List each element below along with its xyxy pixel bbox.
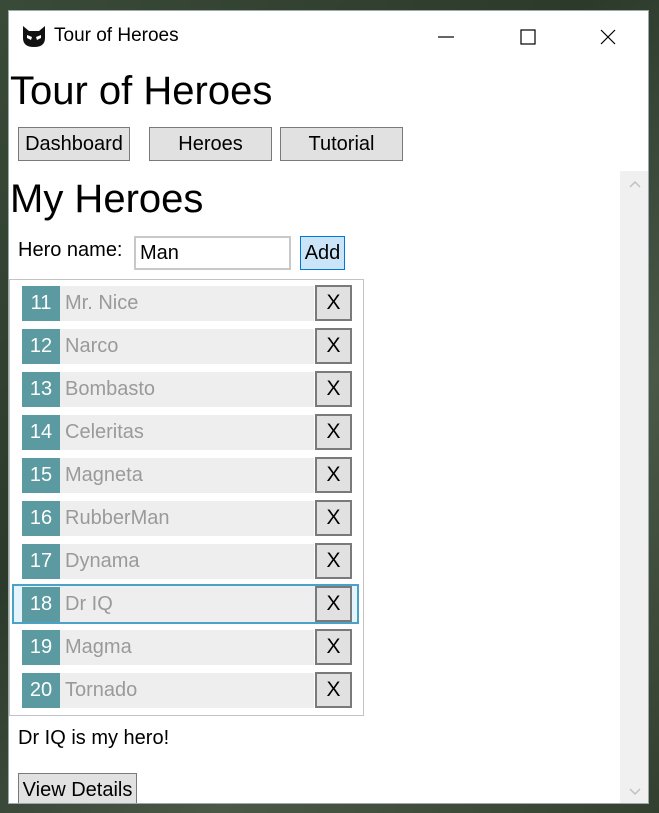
hero-name[interactable]: Dr IQ <box>60 587 314 622</box>
nav-dashboard-button[interactable]: Dashboard <box>18 127 130 161</box>
hero-name[interactable]: Mr. Nice <box>60 286 314 321</box>
title-bar: Tour of Heroes <box>9 11 648 63</box>
hero-id-badge: 11 <box>22 286 60 321</box>
section-title: My Heroes <box>10 177 204 221</box>
hero-id-badge: 12 <box>22 329 60 364</box>
hero-name[interactable]: RubberMan <box>60 501 314 536</box>
delete-hero-button[interactable]: X <box>315 371 352 407</box>
add-hero-button[interactable]: Add <box>300 236 345 270</box>
hero-name[interactable]: Magma <box>60 630 314 665</box>
hero-name[interactable]: Magneta <box>60 458 314 493</box>
minimize-icon <box>438 36 454 38</box>
hero-list: 11 Mr. Nice X 12 Narco X 13 Bombasto X 14 Celerita… <box>9 279 364 716</box>
delete-hero-button[interactable]: X <box>315 328 352 364</box>
mask-icon <box>21 23 47 49</box>
hero-name[interactable]: Tornado <box>60 673 314 708</box>
hero-row[interactable]: 18 Dr IQ X <box>12 584 359 624</box>
hero-name[interactable]: Dynama <box>60 544 314 579</box>
delete-hero-button[interactable]: X <box>315 543 352 579</box>
hero-row[interactable]: 16 RubberMan X <box>12 498 359 538</box>
hero-id-badge: 19 <box>22 630 60 665</box>
hero-name[interactable]: Celeritas <box>60 415 314 450</box>
close-icon <box>600 29 616 45</box>
close-button[interactable] <box>585 19 631 55</box>
hero-row[interactable]: 12 Narco X <box>12 326 359 366</box>
hero-row[interactable]: 14 Celeritas X <box>12 412 359 452</box>
hero-id-badge: 20 <box>22 673 60 708</box>
selected-hero-message: Dr IQ is my hero! <box>18 727 170 749</box>
delete-hero-button[interactable]: X <box>315 500 352 536</box>
hero-row[interactable]: 20 Tornado X <box>12 670 359 710</box>
maximize-icon <box>520 29 536 45</box>
delete-hero-button[interactable]: X <box>315 285 352 321</box>
minimize-button[interactable] <box>423 19 469 55</box>
delete-hero-button[interactable]: X <box>315 586 352 622</box>
hero-row[interactable]: 11 Mr. Nice X <box>12 283 359 323</box>
vertical-scrollbar[interactable] <box>620 171 648 803</box>
hero-id-badge: 14 <box>22 415 60 450</box>
hero-id-badge: 15 <box>22 458 60 493</box>
hero-row[interactable]: 19 Magma X <box>12 627 359 667</box>
hero-id-badge: 18 <box>22 587 60 622</box>
scroll-up-icon[interactable] <box>628 179 642 189</box>
page-content: Tour of Heroes Dashboard Heroes Tutorial… <box>9 63 620 803</box>
delete-hero-button[interactable]: X <box>315 629 352 665</box>
scroll-down-icon[interactable] <box>628 787 642 797</box>
hero-id-badge: 17 <box>22 544 60 579</box>
hero-name[interactable]: Bombasto <box>60 372 314 407</box>
delete-hero-button[interactable]: X <box>315 672 352 708</box>
hero-id-badge: 13 <box>22 372 60 407</box>
hero-name-label: Hero name: <box>18 239 123 261</box>
app-window: Tour of Heroes Tour of Heroes Dashboard … <box>8 10 649 804</box>
app-title: Tour of Heroes <box>10 69 273 113</box>
hero-row[interactable]: 15 Magneta X <box>12 455 359 495</box>
hero-name-input[interactable]: Man <box>134 236 291 270</box>
hero-name[interactable]: Narco <box>60 329 314 364</box>
hero-id-badge: 16 <box>22 501 60 536</box>
delete-hero-button[interactable]: X <box>315 414 352 450</box>
maximize-button[interactable] <box>505 19 551 55</box>
delete-hero-button[interactable]: X <box>315 457 352 493</box>
nav-tutorial-button[interactable]: Tutorial <box>280 127 403 161</box>
nav-heroes-button[interactable]: Heroes <box>149 127 272 161</box>
hero-row[interactable]: 17 Dynama X <box>12 541 359 581</box>
window-title: Tour of Heroes <box>54 25 179 46</box>
hero-row[interactable]: 13 Bombasto X <box>12 369 359 409</box>
view-details-button[interactable]: View Details <box>18 773 137 803</box>
